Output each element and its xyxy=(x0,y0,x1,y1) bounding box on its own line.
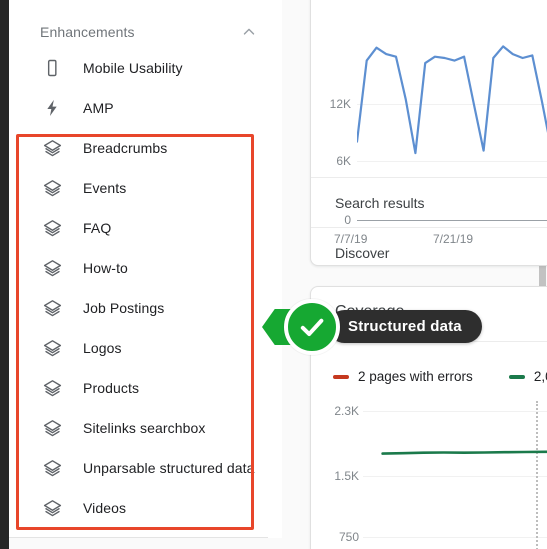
layers-icon xyxy=(40,376,64,400)
sidebar-item-events[interactable]: Events xyxy=(18,168,270,208)
sidebar-item-label: Unparsable structured data xyxy=(83,460,255,476)
sidebar-item-faq[interactable]: FAQ xyxy=(18,208,270,248)
gridline-750 xyxy=(363,537,547,538)
coverage-ytick-2: 750 xyxy=(338,530,359,544)
sidebar-item-videos[interactable]: Videos xyxy=(18,488,270,528)
sidebar-item-amp[interactable]: AMP xyxy=(18,88,270,128)
layers-icon xyxy=(40,176,64,200)
sidebar-item-label: Events xyxy=(83,180,127,196)
legend-label-errors: 2 pages with errors xyxy=(358,369,473,384)
enhancements-nav-list: Mobile Usability AMP Breadcrumbs Events FAQ H… xyxy=(18,48,270,528)
layers-icon xyxy=(40,136,64,160)
layers-icon xyxy=(40,416,64,440)
sidebar-item-logos[interactable]: Logos xyxy=(18,328,270,368)
sidebar-item-label: Job Postings xyxy=(83,300,165,316)
sidebar-item-unparsable-structured-data[interactable]: Unparsable structured data xyxy=(18,448,270,488)
enhancements-section-header[interactable]: Enhancements xyxy=(18,17,270,47)
layers-icon xyxy=(40,296,64,320)
sidebar-item-label: Mobile Usability xyxy=(83,60,183,76)
sidebar-item-breadcrumbs[interactable]: Breadcrumbs xyxy=(18,128,270,168)
legend-item-valid[interactable]: 2,02 xyxy=(508,369,547,384)
layers-icon xyxy=(40,456,64,480)
row-discover-label: Discover xyxy=(335,244,390,261)
sidebar-item-label: Products xyxy=(83,380,140,396)
performance-card: 12K 6K 0 7/7/19 7/21/19 Search results D… xyxy=(310,0,547,266)
row-discover[interactable]: Discover xyxy=(311,227,547,277)
legend-label-valid: 2,02 xyxy=(533,369,547,384)
layers-icon xyxy=(40,256,64,280)
row-search-results[interactable]: Search results xyxy=(311,177,547,227)
sidebar-item-how-to[interactable]: How-to xyxy=(18,248,270,288)
enhancements-sidebar: Enhancements Mobile Usability AMP Breadcru… xyxy=(9,0,279,538)
ytick-label-0: 12K xyxy=(329,97,351,111)
ytick-label-1: 6K xyxy=(336,154,351,168)
sidebar-item-mobile-usability[interactable]: Mobile Usability xyxy=(18,48,270,88)
chevron-up-icon[interactable] xyxy=(240,23,258,41)
sidebar-scrollbar-track[interactable] xyxy=(268,0,546,538)
sidebar-item-label: Breadcrumbs xyxy=(83,140,168,156)
callout-pill: Structured data xyxy=(328,310,482,343)
lightning-bolt-icon xyxy=(40,96,64,120)
layers-icon xyxy=(40,496,64,520)
green-check-circle-icon xyxy=(284,299,340,355)
coverage-chart: 2.3K 1.5K 750 xyxy=(311,397,547,549)
callout-label: Structured data xyxy=(348,318,462,335)
sidebar-item-label: FAQ xyxy=(83,220,112,236)
sidebar-item-job-postings[interactable]: Job Postings xyxy=(18,288,270,328)
coverage-valid-series xyxy=(381,450,547,455)
sidebar-item-label: How-to xyxy=(83,260,128,276)
sidebar-item-sitelinks-searchbox[interactable]: Sitelinks searchbox xyxy=(18,408,270,448)
screenshot-root: Enhancements Mobile Usability AMP Breadcru… xyxy=(0,0,547,549)
legend-swatch-errors xyxy=(333,374,349,379)
legend-item-errors[interactable]: 2 pages with errors xyxy=(333,369,473,384)
enhancements-section-label: Enhancements xyxy=(40,24,135,40)
layers-icon xyxy=(40,216,64,240)
performance-chart: 12K 6K 0 7/7/19 7/21/19 xyxy=(311,0,547,246)
row-search-results-label: Search results xyxy=(335,194,425,211)
coverage-chart-legend: 2 pages with errors 2,02 xyxy=(333,369,547,384)
sidebar-item-label: Sitelinks searchbox xyxy=(83,420,206,436)
sidebar-item-label: AMP xyxy=(83,100,114,116)
mobile-phone-icon xyxy=(40,56,64,80)
sidebar-item-products[interactable]: Products xyxy=(18,368,270,408)
sidebar-item-label: Videos xyxy=(83,500,127,516)
page-left-edge xyxy=(0,0,9,549)
sidebar-item-label: Logos xyxy=(83,340,122,356)
coverage-ytick-1: 1.5K xyxy=(334,469,359,483)
layers-icon xyxy=(40,336,64,360)
coverage-ytick-0: 2.3K xyxy=(334,404,359,418)
legend-swatch-valid xyxy=(508,374,525,379)
